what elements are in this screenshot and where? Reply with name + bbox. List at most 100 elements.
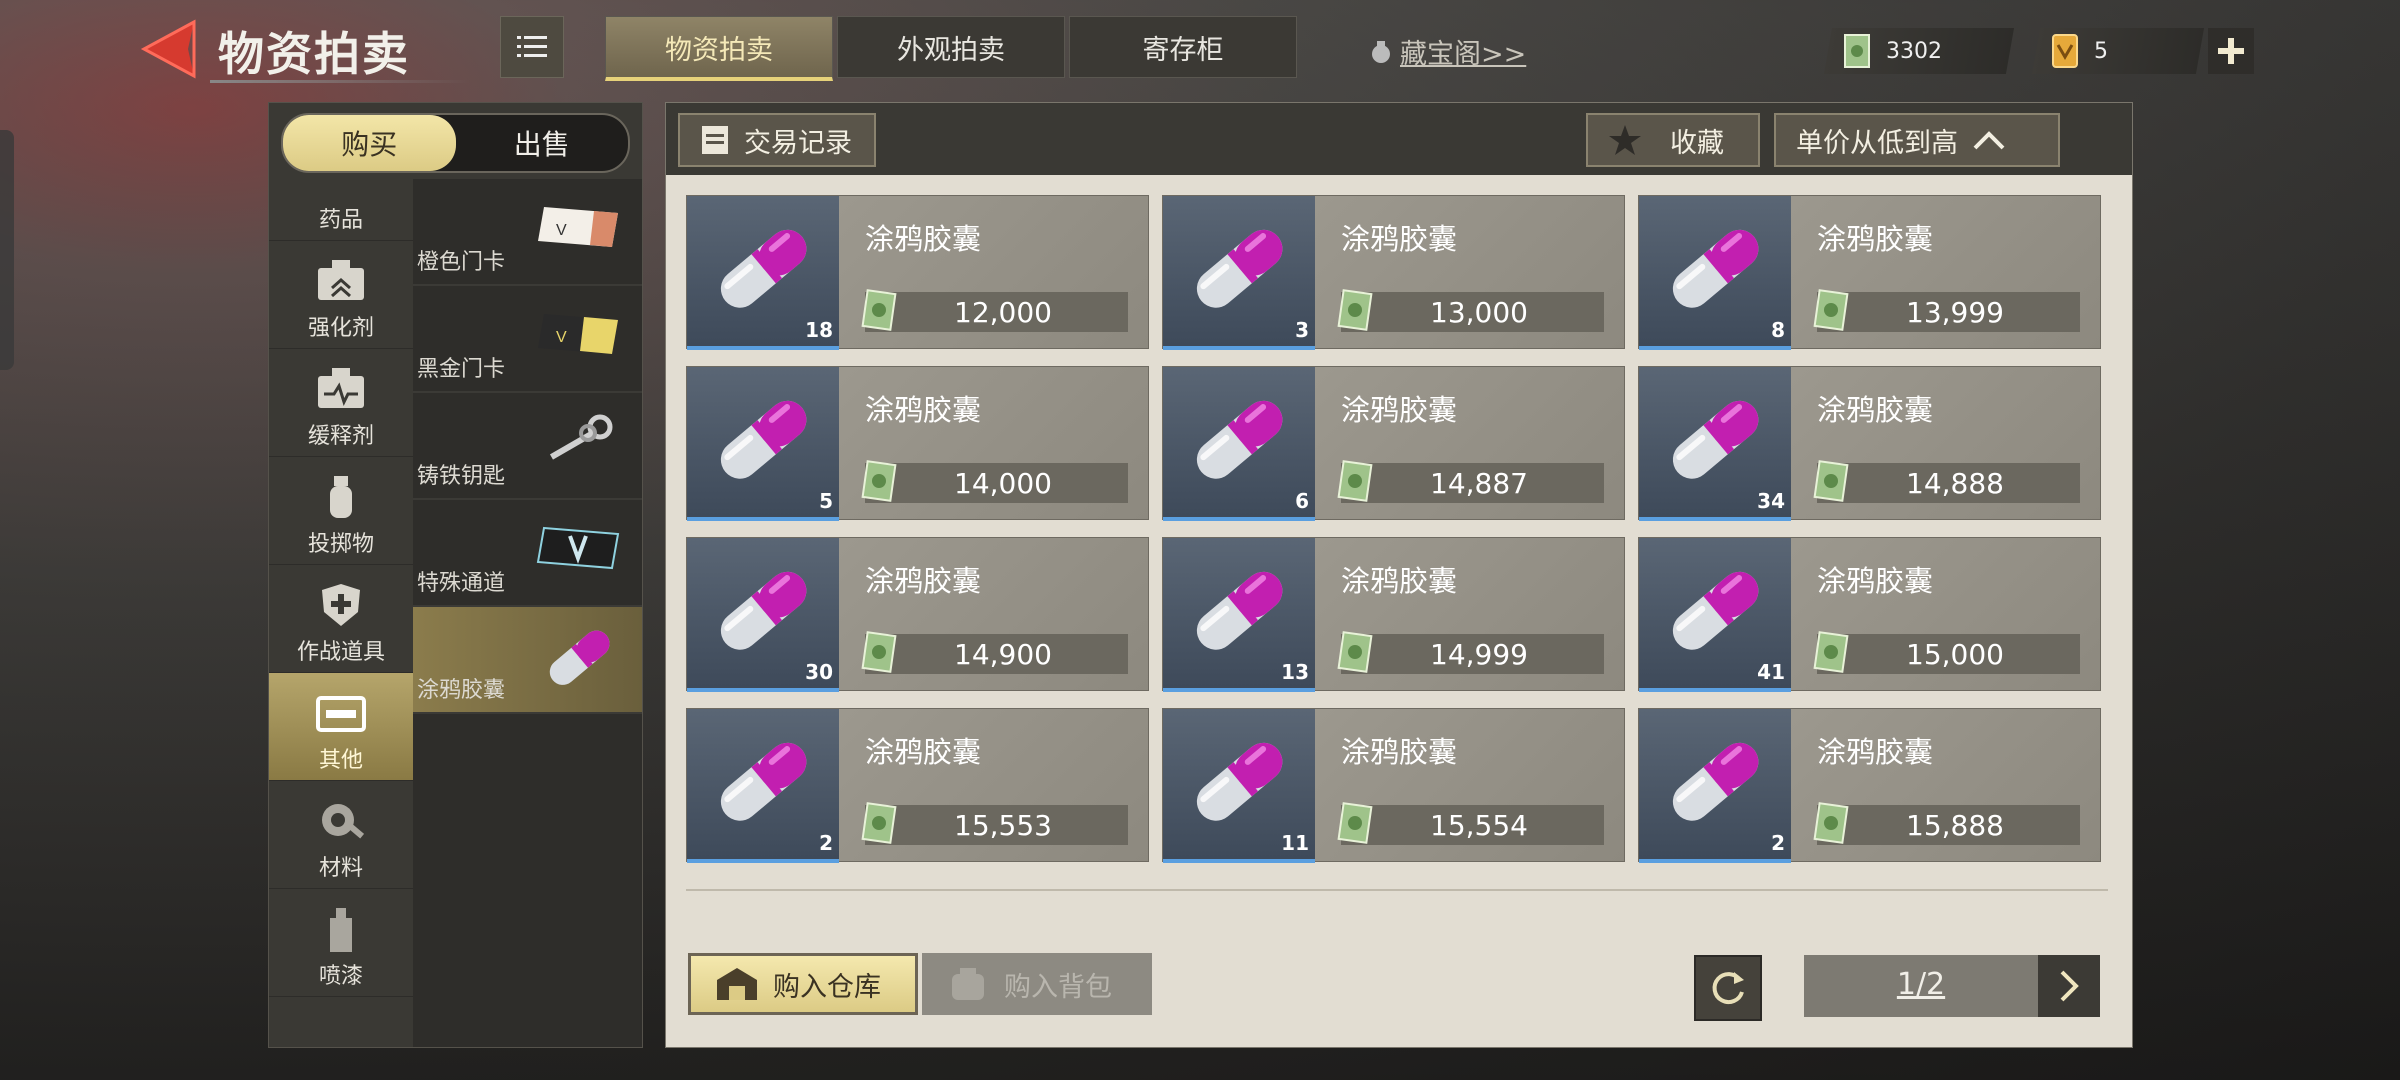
category-throwable[interactable]: 投掷物	[269, 457, 413, 565]
grid-divider	[686, 889, 2108, 891]
item-price: 13,000	[1430, 296, 1528, 329]
subcategory-graffiti-capsule[interactable]: 涂鸦胶囊	[413, 607, 642, 714]
item-name: 涂鸦胶囊	[1817, 564, 1934, 598]
ticket-icon	[2052, 34, 2078, 68]
svg-text:V: V	[556, 222, 567, 239]
capsule-icon	[720, 742, 807, 821]
item-name: 涂鸦胶囊	[1341, 735, 1458, 769]
item-card[interactable]: 30 涂鸦胶囊 14,900	[686, 537, 1149, 692]
item-card[interactable]: 41 涂鸦胶囊 15,000	[1638, 537, 2101, 692]
item-card[interactable]: 8 涂鸦胶囊 13,999	[1638, 195, 2101, 350]
item-price: 15,553	[954, 809, 1052, 842]
enhancer-icon	[318, 260, 364, 300]
category-spray[interactable]: 喷漆	[269, 889, 413, 997]
category-materials-label: 材料	[318, 856, 363, 881]
sort-button[interactable]: 单价从低到高	[1774, 113, 2060, 167]
item-thumbnail: 41	[1639, 538, 1791, 692]
cash-icon	[1337, 289, 1373, 331]
category-medicine[interactable]: 药品	[269, 179, 413, 241]
trade-log-button[interactable]: 交易记录	[678, 113, 876, 167]
favorites-label: 收藏	[1670, 127, 1724, 159]
item-card[interactable]: 34 涂鸦胶囊 14,888	[1638, 366, 2101, 521]
top-tabs: 物资拍卖 外观拍卖 寄存柜	[605, 16, 1297, 81]
item-quantity: 34	[1757, 489, 1785, 513]
star-icon	[1609, 125, 1641, 155]
item-thumbnail: 6	[1163, 367, 1315, 521]
item-thumbnail: 30	[687, 538, 839, 692]
treasure-pavilion-link[interactable]: 藏宝阁>>	[1368, 32, 1526, 71]
item-card[interactable]: 2 涂鸦胶囊 15,553	[686, 708, 1149, 863]
favorites-button[interactable]: 收藏	[1586, 113, 1760, 167]
tab-storage-locker[interactable]: 寄存柜	[1069, 16, 1297, 78]
item-price-bar: 14,000	[861, 460, 1128, 503]
buy-toggle[interactable]: 购买	[283, 115, 456, 171]
title-underline	[210, 80, 470, 83]
category-other[interactable]: 其他	[269, 673, 413, 781]
tab-appearance-auction[interactable]: 外观拍卖	[837, 16, 1065, 78]
item-price-bar: 15,000	[1813, 631, 2080, 674]
category-materials[interactable]: 材料	[269, 781, 413, 889]
special-pass-icon	[536, 526, 620, 570]
add-currency-button[interactable]	[2208, 28, 2254, 74]
category-panel: 购买 出售 药品 强化剂 缓释剂 投掷物 作战道具 其他 材料 喷漆 V 橙色门…	[268, 102, 643, 1048]
capsule-icon	[1196, 229, 1283, 308]
item-name: 涂鸦胶囊	[865, 393, 982, 427]
item-card[interactable]: 11 涂鸦胶囊 15,554	[1162, 708, 1625, 863]
cash-icon	[861, 289, 897, 331]
item-name: 涂鸦胶囊	[1817, 222, 1934, 256]
capsule-icon	[1196, 400, 1283, 479]
chevron-up-icon	[1973, 131, 2005, 150]
ticket-amount: 5	[2094, 38, 2108, 64]
item-price: 13,999	[1906, 296, 2004, 329]
item-card[interactable]: 2 涂鸦胶囊 15,888	[1638, 708, 2101, 863]
buy-to-warehouse-button[interactable]: 购入仓库	[688, 953, 918, 1015]
item-quantity: 30	[805, 660, 833, 684]
buy-to-backpack-button[interactable]: 购入背包	[922, 953, 1152, 1015]
subcategory-iron-key[interactable]: 铸铁钥匙	[413, 393, 642, 500]
item-thumbnail: 5	[687, 367, 839, 521]
category-slow-release[interactable]: 缓释剂	[269, 349, 413, 457]
item-quantity: 13	[1281, 660, 1309, 684]
refresh-button[interactable]	[1694, 955, 1762, 1021]
item-price-bar: 14,900	[861, 631, 1128, 674]
item-price-bar: 13,999	[1813, 289, 2080, 332]
item-quantity: 11	[1281, 831, 1309, 855]
cash-icon	[1337, 460, 1373, 502]
next-page-button[interactable]	[2038, 955, 2100, 1017]
item-price: 14,887	[1430, 467, 1528, 500]
item-card[interactable]: 6 涂鸦胶囊 14,887	[1162, 366, 1625, 521]
cash-icon	[1813, 289, 1849, 331]
subcategory-special-pass[interactable]: 特殊通道	[413, 500, 642, 607]
cash-icon	[1813, 460, 1849, 502]
category-combat-gear-label: 作战道具	[296, 640, 385, 665]
item-name: 涂鸦胶囊	[865, 564, 982, 598]
item-price-bar: 12,000	[861, 289, 1128, 332]
tab-material-auction[interactable]: 物资拍卖	[605, 16, 833, 81]
svg-text:V: V	[556, 329, 567, 346]
item-quantity: 5	[819, 489, 833, 513]
item-quantity: 41	[1757, 660, 1785, 684]
category-enhancer[interactable]: 强化剂	[269, 241, 413, 349]
item-price-bar: 14,888	[1813, 460, 2080, 503]
sell-toggle[interactable]: 出售	[456, 115, 629, 171]
item-card[interactable]: 13 涂鸦胶囊 14,999	[1162, 537, 1625, 692]
capsule-icon	[720, 400, 807, 479]
category-combat-gear[interactable]: 作战道具	[269, 565, 413, 673]
pagination: 1/2	[1804, 955, 2100, 1017]
ticket-balance: 5	[2031, 28, 2205, 74]
item-card[interactable]: 18 涂鸦胶囊 12,000	[686, 195, 1149, 350]
subcategory-black-gold-keycard[interactable]: V 黑金门卡	[413, 286, 642, 393]
item-card[interactable]: 5 涂鸦胶囊 14,000	[686, 366, 1149, 521]
back-arrow-icon	[140, 19, 196, 79]
spray-can-icon	[330, 908, 352, 952]
item-price: 14,000	[954, 467, 1052, 500]
item-name: 涂鸦胶囊	[1817, 735, 1934, 769]
subcategory-orange-keycard[interactable]: V 橙色门卡	[413, 179, 642, 286]
item-price: 15,554	[1430, 809, 1528, 842]
item-card[interactable]: 3 涂鸦胶囊 13,000	[1162, 195, 1625, 350]
item-name: 涂鸦胶囊	[865, 222, 982, 256]
treasure-link-label: 藏宝阁>>	[1400, 39, 1527, 70]
back-button[interactable]	[138, 18, 200, 80]
menu-button[interactable]	[500, 16, 564, 78]
item-name: 涂鸦胶囊	[865, 735, 982, 769]
